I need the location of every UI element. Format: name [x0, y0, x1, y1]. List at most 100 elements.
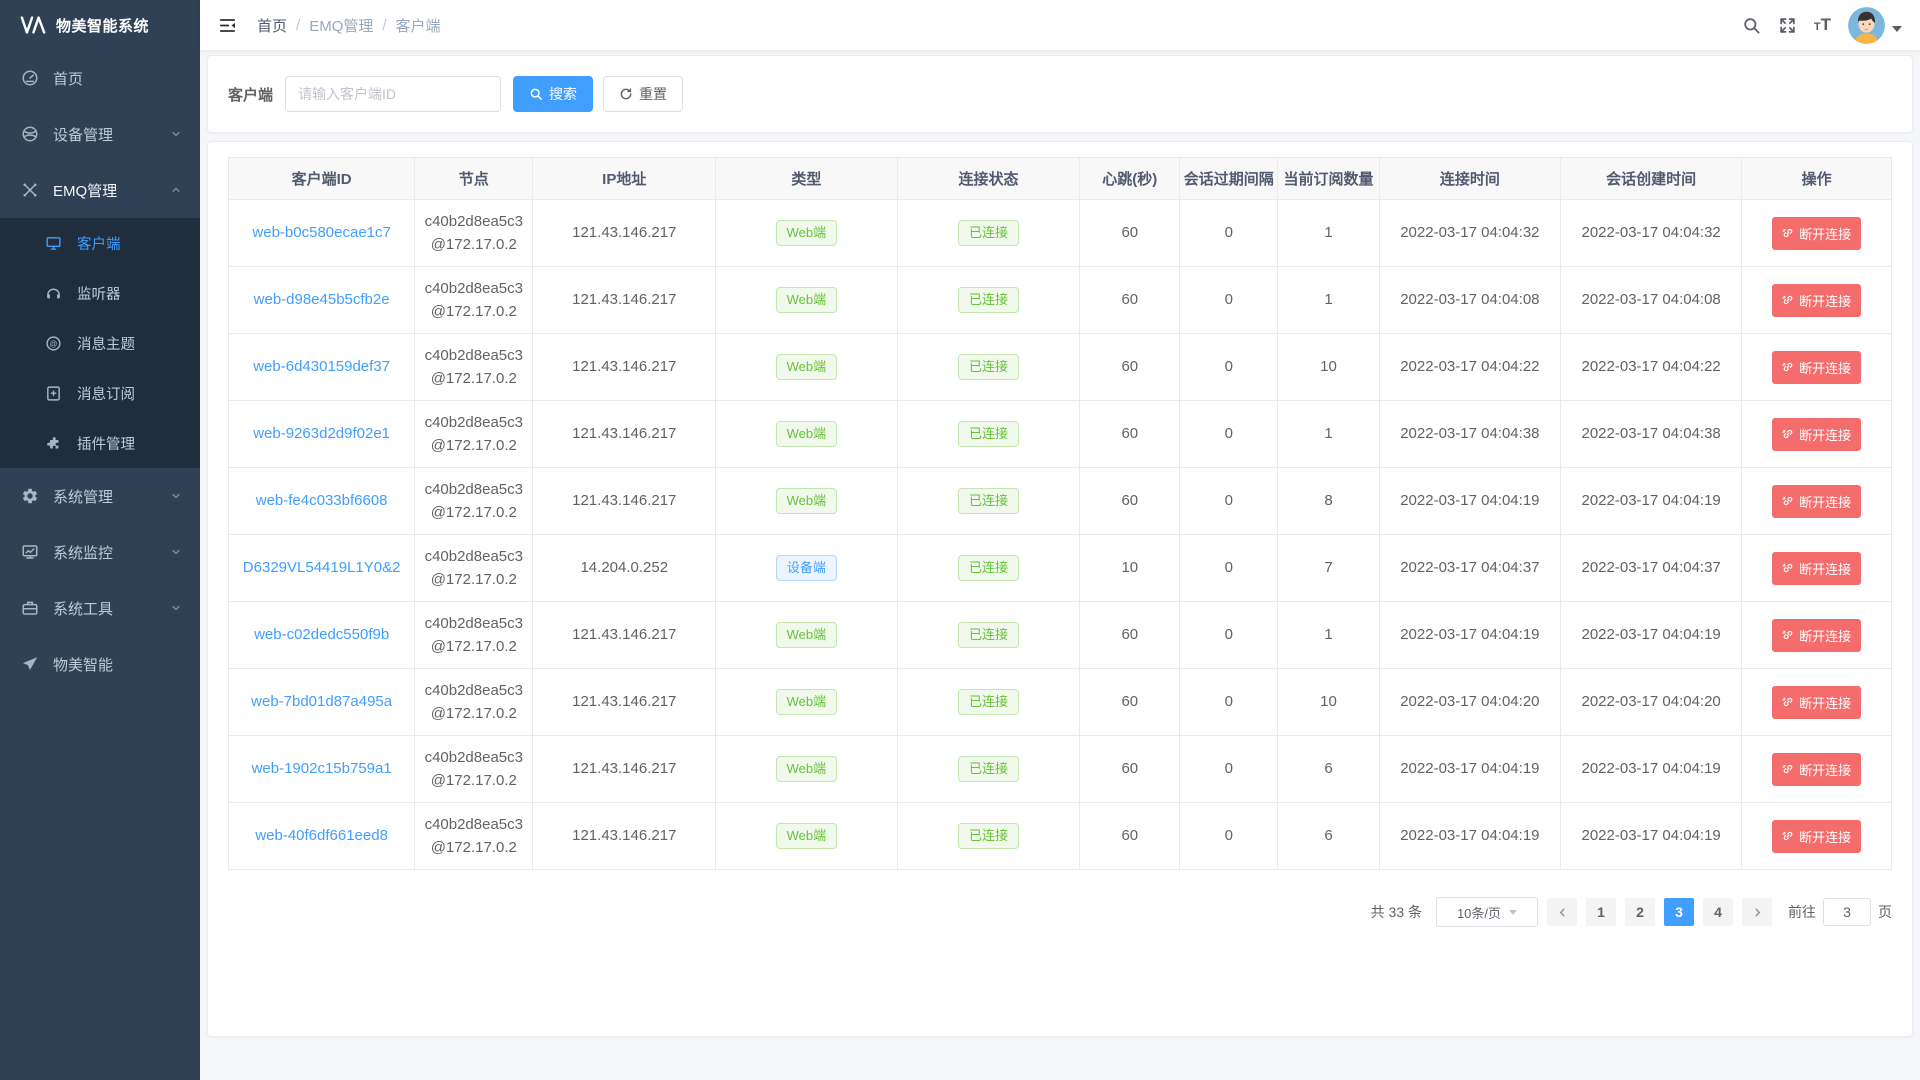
disconnect-button[interactable]: 断开连接	[1772, 753, 1861, 786]
client-id-input[interactable]	[285, 76, 501, 112]
user-menu[interactable]	[1848, 7, 1902, 44]
disconnect-button[interactable]: 断开连接	[1772, 820, 1861, 853]
status-cell: 已连接	[897, 535, 1080, 602]
table-row: web-b0c580ecae1c7c40b2d8ea5c3@172.17.0.2…	[229, 200, 1892, 267]
search-icon[interactable]	[1742, 16, 1761, 35]
sidebar-item-home[interactable]: 首页	[0, 50, 200, 106]
node-name: c40b2d8ea5c3	[415, 478, 532, 501]
sidebar-item-label: 系统管理	[53, 486, 113, 507]
client-id-link[interactable]: web-9263d2d9f02e1	[253, 425, 390, 442]
search-button[interactable]: 搜索	[513, 76, 593, 112]
page-button-3[interactable]: 3	[1664, 898, 1694, 926]
type-cell: Web端	[716, 200, 897, 267]
action-cell: 断开连接	[1742, 669, 1892, 736]
session-expiry-cell: 0	[1180, 736, 1278, 803]
type-tag: Web端	[776, 689, 838, 715]
client-id-link[interactable]: web-40f6df661eed8	[255, 827, 388, 844]
status-badge: 已连接	[958, 220, 1019, 246]
session-expiry-cell: 0	[1180, 267, 1278, 334]
reset-button[interactable]: 重置	[603, 76, 683, 112]
client-id-link[interactable]: D6329VL54419L1Y0&2	[243, 559, 401, 576]
next-page-button[interactable]	[1742, 898, 1772, 926]
session-expiry-cell: 0	[1180, 535, 1278, 602]
action-cell: 断开连接	[1742, 267, 1892, 334]
disconnect-button[interactable]: 断开连接	[1772, 351, 1861, 384]
column-header: 操作	[1742, 158, 1892, 200]
client-id-link[interactable]: web-6d430159def37	[253, 358, 390, 375]
reset-button-label: 重置	[639, 84, 667, 104]
session-create-time-cell: 2022-03-17 04:04:19	[1561, 803, 1742, 870]
client-id-link[interactable]: web-c02dedc550f9b	[254, 626, 389, 643]
sidebar-item-monitor[interactable]: 系统监控	[0, 524, 200, 580]
disconnect-button-label: 断开连接	[1799, 425, 1851, 444]
subscriptions-cell: 1	[1278, 401, 1379, 468]
disconnect-button[interactable]: 断开连接	[1772, 217, 1861, 250]
breadcrumb-home[interactable]: 首页	[257, 15, 287, 36]
collapse-sidebar-icon[interactable]	[214, 12, 241, 39]
ip-cell: 121.43.146.217	[533, 736, 716, 803]
fullscreen-icon[interactable]	[1778, 16, 1797, 35]
heartbeat-cell: 10	[1080, 535, 1180, 602]
disconnect-button[interactable]: 断开连接	[1772, 485, 1861, 518]
paper-plane-icon	[20, 655, 39, 674]
disconnect-button[interactable]: 断开连接	[1772, 552, 1861, 585]
sidebar-item-client[interactable]: 客户端	[0, 218, 200, 268]
clients-table-panel: 客户端ID节点IP地址类型连接状态心跳(秒)会话过期间隔当前订阅数量连接时间会话…	[207, 141, 1913, 1037]
brand-logo-icon	[20, 15, 46, 35]
action-cell: 断开连接	[1742, 468, 1892, 535]
action-cell: 断开连接	[1742, 334, 1892, 401]
app-logo[interactable]: 物美智能系统	[0, 0, 200, 50]
breadcrumb: 首页 / EMQ管理 / 客户端	[257, 15, 441, 36]
disconnect-button-label: 断开连接	[1799, 693, 1851, 712]
type-tag: Web端	[776, 354, 838, 380]
sidebar-item-devices[interactable]: 设备管理	[0, 106, 200, 162]
page-button-1[interactable]: 1	[1586, 898, 1616, 926]
column-header: 节点	[415, 158, 533, 200]
font-size-icon[interactable]: TT	[1814, 15, 1831, 35]
sidebar-item-plugin[interactable]: 插件管理	[0, 418, 200, 468]
type-tag: Web端	[776, 622, 838, 648]
sidebar-item-tools[interactable]: 系统工具	[0, 580, 200, 636]
disconnect-button[interactable]: 断开连接	[1772, 619, 1861, 652]
session-expiry-cell: 0	[1180, 803, 1278, 870]
session-create-time-cell: 2022-03-17 04:04:19	[1561, 736, 1742, 803]
connect-time-cell: 2022-03-17 04:04:19	[1379, 803, 1560, 870]
client-id-link[interactable]: web-d98e45b5cfb2e	[254, 291, 390, 308]
goto-page-input[interactable]	[1823, 898, 1871, 926]
connect-time-cell: 2022-03-17 04:04:19	[1379, 602, 1560, 669]
page-button-4[interactable]: 4	[1703, 898, 1733, 926]
ip-cell: 121.43.146.217	[533, 803, 716, 870]
status-badge: 已连接	[958, 421, 1019, 447]
client-id-link[interactable]: web-fe4c033bf6608	[256, 492, 388, 509]
sidebar-item-topic[interactable]: @ 消息主题	[0, 318, 200, 368]
disconnect-button[interactable]: 断开连接	[1772, 686, 1861, 719]
sidebar-item-system[interactable]: 系统管理	[0, 468, 200, 524]
disconnect-button-label: 断开连接	[1799, 291, 1851, 310]
client-id-link[interactable]: web-7bd01d87a495a	[251, 693, 392, 710]
sidebar-item-subscribe[interactable]: 消息订阅	[0, 368, 200, 418]
client-id-link[interactable]: web-b0c580ecae1c7	[252, 224, 390, 241]
sidebar-item-emq[interactable]: EMQ管理	[0, 162, 200, 218]
sidebar-item-label: EMQ管理	[53, 180, 117, 201]
subscriptions-cell: 1	[1278, 267, 1379, 334]
heartbeat-cell: 60	[1080, 803, 1180, 870]
page-size-select[interactable]: 10条/页	[1436, 897, 1538, 927]
status-cell: 已连接	[897, 602, 1080, 669]
subscriptions-cell: 1	[1278, 602, 1379, 669]
prev-page-button[interactable]	[1547, 898, 1577, 926]
sidebar-item-label: 物美智能	[53, 654, 113, 675]
search-form: 客户端 搜索 重置	[228, 76, 683, 112]
caret-down-icon[interactable]	[1892, 26, 1902, 32]
action-cell: 断开连接	[1742, 602, 1892, 669]
sidebar-item-wumei[interactable]: 物美智能	[0, 636, 200, 692]
avatar[interactable]	[1848, 7, 1885, 44]
node-cell: c40b2d8ea5c3@172.17.0.2	[415, 334, 533, 401]
sidebar-item-listener[interactable]: 监听器	[0, 268, 200, 318]
disconnect-button[interactable]: 断开连接	[1772, 284, 1861, 317]
client-id-link[interactable]: web-1902c15b759a1	[252, 760, 392, 777]
ip-cell: 121.43.146.217	[533, 602, 716, 669]
disconnect-button[interactable]: 断开连接	[1772, 418, 1861, 451]
page-button-2[interactable]: 2	[1625, 898, 1655, 926]
type-tag: 设备端	[776, 555, 837, 581]
session-create-time-cell: 2022-03-17 04:04:32	[1561, 200, 1742, 267]
